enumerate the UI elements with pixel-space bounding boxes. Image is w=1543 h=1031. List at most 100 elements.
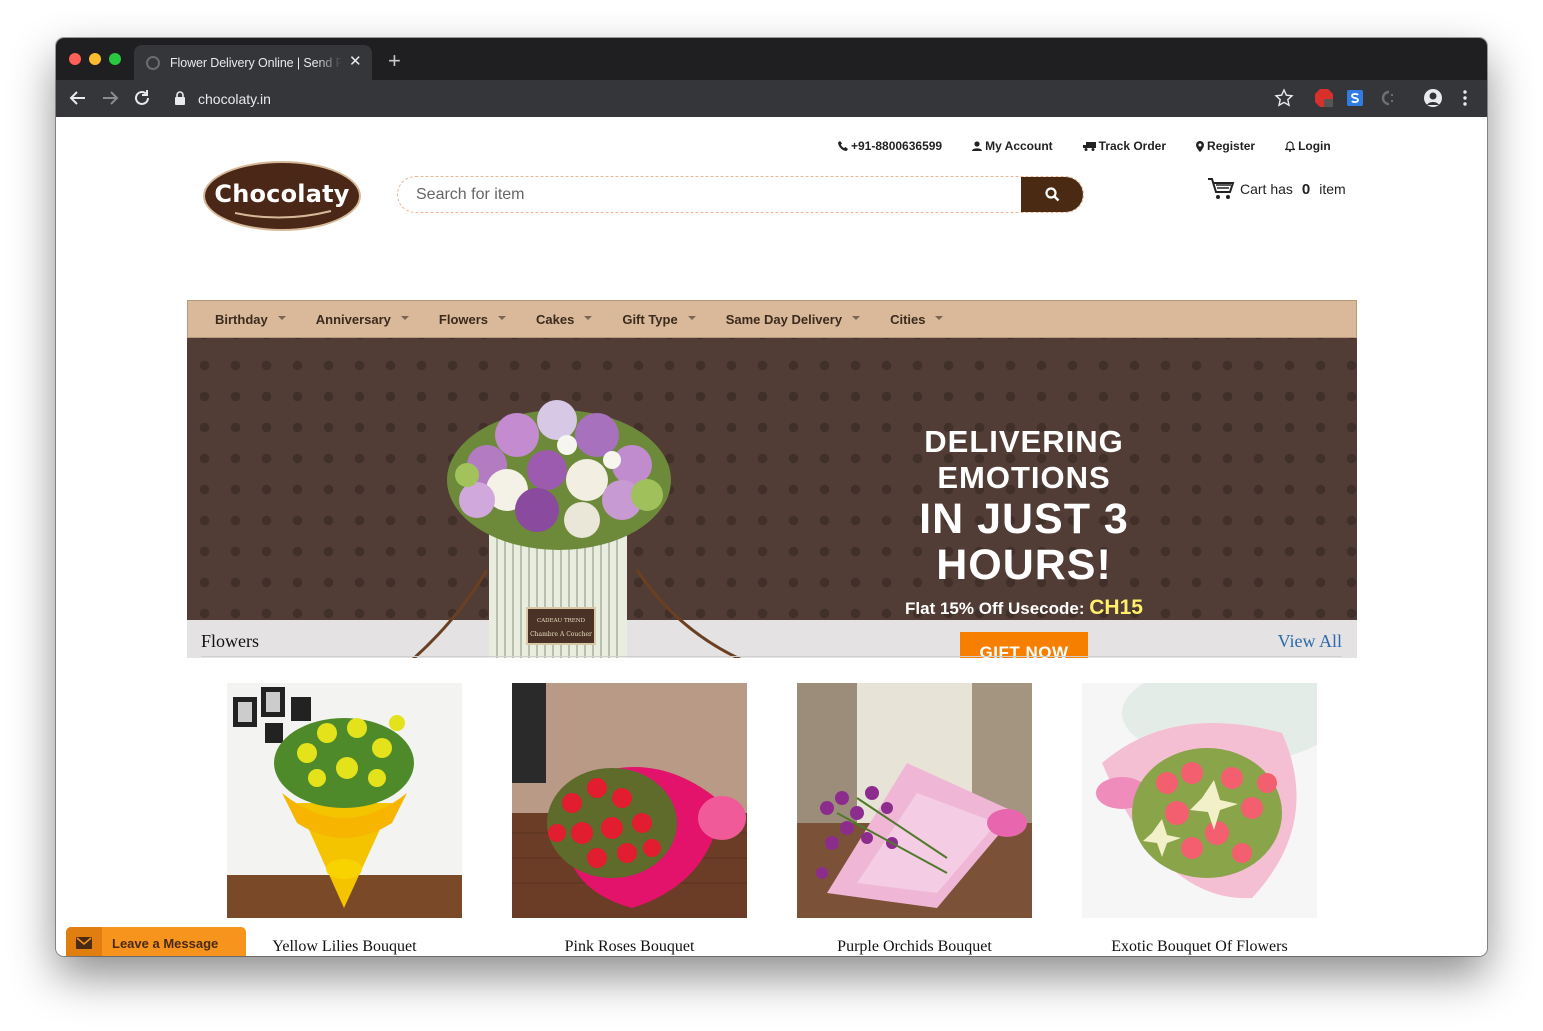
hero-banner[interactable]: CADEAU TREND Chambre A Coucher DELIVERIN… [187, 338, 1357, 658]
new-tab-button[interactable]: + [388, 49, 401, 73]
login-link[interactable]: Login [1285, 139, 1331, 153]
my-account-link[interactable]: My Account [972, 139, 1053, 153]
product-card[interactable]: Yellow Lilies Bouquet [227, 683, 462, 956]
user-icon [972, 141, 983, 151]
search-icon [1045, 187, 1060, 202]
pink-roses-image[interactable] [512, 683, 747, 918]
product-card[interactable]: Exotic Bouquet Of Flowers [1082, 663, 1342, 956]
cart-prefix: Cart has [1240, 181, 1293, 197]
caret-down-icon [935, 316, 944, 320]
product-card[interactable]: Pink Roses Bouquet [512, 683, 747, 956]
nav-anniversary[interactable]: Anniversary [316, 312, 409, 327]
hero-offer-text: Flat 15% Off Usecode: [905, 599, 1085, 618]
minimize-window-button[interactable] [89, 53, 101, 65]
coupon-code: CH15 [1089, 596, 1143, 619]
caret-down-icon [852, 316, 861, 320]
phone-icon [838, 141, 848, 151]
globe-icon [146, 56, 160, 70]
hero-offer: Flat 15% Off Usecode: CH15 [849, 597, 1199, 620]
my-account-label: My Account [985, 139, 1053, 153]
address-bar[interactable]: chocolaty.in [164, 83, 1364, 114]
nav-label: Gift Type [622, 311, 678, 327]
nav-label: Birthday [215, 311, 268, 327]
menu-dots-icon[interactable] [1455, 88, 1475, 108]
url-text: chocolaty.in [198, 91, 271, 107]
forward-arrow-icon[interactable] [99, 87, 121, 109]
exotic-bouquet-image[interactable] [1082, 663, 1342, 918]
tab-close-icon[interactable]: ✕ [349, 53, 362, 71]
logo-swoosh-icon [234, 210, 332, 219]
browser-toolbar: chocolaty.in [56, 80, 1487, 117]
product-name: Exotic Bouquet Of Flowers [1111, 938, 1288, 955]
flowers-section-header: Flowers View All [201, 631, 1342, 657]
profile-avatar-icon[interactable] [1423, 88, 1443, 108]
web-page: +91-8800636599 My Account Track Order Re… [56, 117, 1487, 956]
flower-box-image: CADEAU TREND Chambre A Coucher [411, 400, 742, 658]
hero-text-block: DELIVERING EMOTIONS IN JUST 3 HOURS! Fla… [849, 424, 1199, 658]
nav-cities[interactable]: Cities [890, 311, 944, 327]
view-all-link[interactable]: View All [1278, 631, 1342, 652]
caret-down-icon [687, 316, 696, 320]
envelope-icon [66, 927, 102, 956]
phone-link[interactable]: +91-8800636599 [838, 139, 942, 153]
product-name: Pink Roses Bouquet [564, 938, 695, 955]
caret-down-icon [498, 316, 507, 320]
track-order-label: Track Order [1098, 139, 1167, 153]
nav-label: Flowers [438, 311, 489, 327]
nav-flowers[interactable]: Flowers [438, 311, 507, 327]
search-input[interactable] [398, 177, 1023, 212]
nav-cakes[interactable]: Cakes [536, 311, 593, 327]
yellow-lilies-image[interactable] [227, 683, 462, 918]
truck-icon [1082, 142, 1096, 151]
product-card[interactable]: Purple Orchids Bouquet [797, 683, 1032, 956]
cart-suffix: item [1319, 181, 1346, 197]
site-logo[interactable]: Chocolaty [203, 161, 361, 231]
track-order-link[interactable]: Track Order [1082, 139, 1167, 153]
map-marker-icon [1196, 140, 1205, 152]
nav-label: Cities [890, 311, 926, 327]
back-arrow-icon[interactable] [67, 87, 89, 109]
phone-number: +91-8800636599 [851, 139, 943, 153]
category-nav: Birthday Anniversary Flowers Cakes Gift … [187, 300, 1357, 338]
leave-message-label: Leave a Message [112, 935, 219, 951]
browser-tab[interactable]: Flower Delivery Online | Send Flowers ✕ [134, 45, 372, 80]
shopping-cart-icon [1208, 178, 1235, 199]
caret-down-icon [277, 316, 286, 320]
close-window-button[interactable] [69, 53, 81, 65]
product-name: Purple Orchids Bouquet [837, 938, 992, 955]
hero-headline-1: DELIVERING EMOTIONS [924, 424, 1124, 495]
caret-down-icon [584, 316, 593, 320]
section-title: Flowers [201, 631, 259, 651]
lock-icon [175, 91, 185, 105]
purple-orchids-image[interactable] [797, 683, 1032, 918]
search-button[interactable] [1021, 177, 1083, 212]
nav-same-day-delivery[interactable]: Same Day Delivery [725, 311, 861, 327]
nav-label: Cakes [536, 311, 575, 327]
code-extension-icon[interactable] [1377, 88, 1397, 108]
s-extension-icon[interactable] [1345, 88, 1365, 108]
logo-text: Chocolaty [214, 180, 350, 208]
reload-icon[interactable] [131, 87, 153, 109]
adblock-extension-icon[interactable] [1314, 88, 1334, 108]
browser-window: Flower Delivery Online | Send Flowers ✕ … [56, 38, 1487, 956]
star-bookmark-icon[interactable] [1274, 88, 1294, 108]
register-link[interactable]: Register [1196, 139, 1255, 153]
product-name: Yellow Lilies Bouquet [272, 938, 417, 955]
hero-headline-2: IN JUST 3 HOURS! [919, 495, 1129, 589]
leave-message-widget[interactable]: Leave a Message [66, 927, 246, 956]
maximize-window-button[interactable] [109, 53, 121, 65]
nav-label: Anniversary [315, 311, 391, 327]
cart-count: 0 [1301, 180, 1311, 198]
login-label: Login [1298, 139, 1331, 153]
box-label-1: CADEAU TREND [537, 618, 586, 624]
nav-birthday[interactable]: Birthday [215, 312, 286, 327]
nav-label: Same Day Delivery [725, 311, 843, 327]
tab-title: Flower Delivery Online | Send Flowers [170, 56, 342, 70]
top-links: +91-8800636599 My Account Track Order Re… [838, 139, 1361, 153]
title-bar: Flower Delivery Online | Send Flowers ✕ … [56, 38, 1487, 80]
register-label: Register [1207, 139, 1256, 153]
caret-down-icon [400, 316, 409, 320]
nav-gift-type[interactable]: Gift Type [622, 311, 696, 327]
cart-summary[interactable]: Cart has 0 item [1207, 177, 1346, 201]
bell-icon [1285, 140, 1296, 152]
